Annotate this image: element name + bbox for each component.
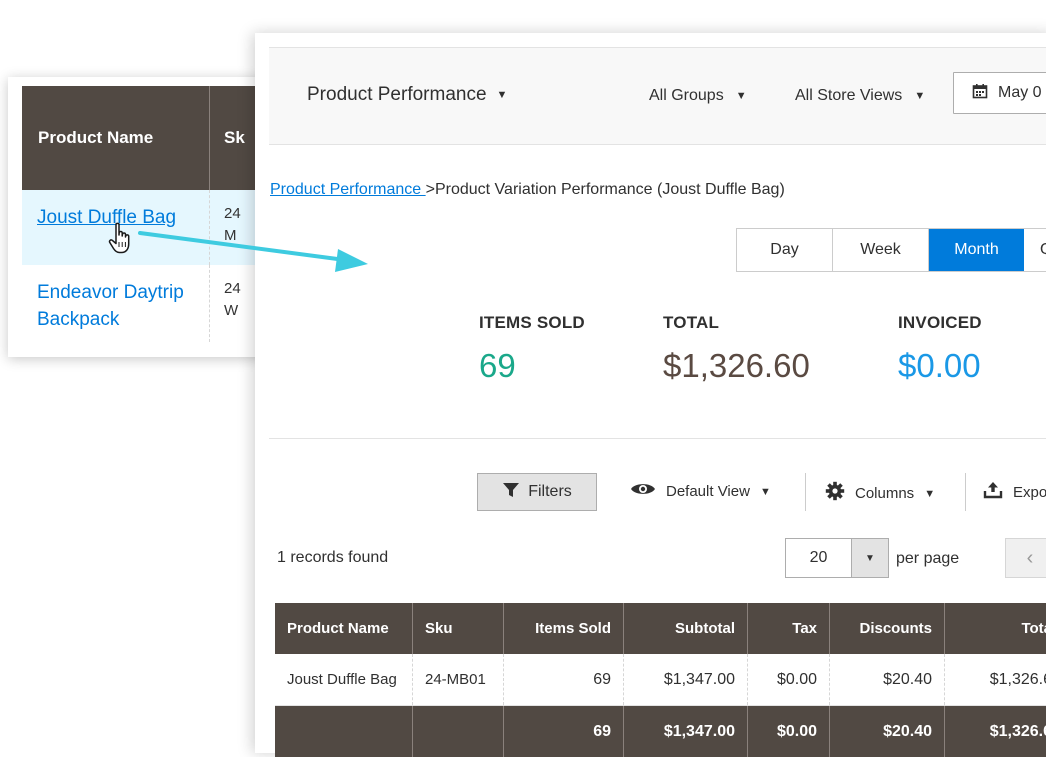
- background-product-card: Product Name Sk Joust Duffle Bag 24 M En…: [8, 77, 282, 357]
- per-page-select[interactable]: 20 ▼: [785, 538, 889, 578]
- caret-down-icon: ▼: [914, 90, 926, 102]
- stat-items-sold-value: 69: [479, 347, 516, 384]
- stat-invoiced-label: INVOICED: [898, 313, 982, 332]
- columns-dropdown[interactable]: Columns ▼: [825, 481, 935, 506]
- caret-down-icon: ▼: [924, 487, 936, 500]
- background-table-header: Product Name Sk: [22, 86, 282, 190]
- previous-page-button[interactable]: ‹: [1005, 538, 1046, 578]
- report-title: Product Performance: [307, 84, 487, 105]
- col-header-subtotal[interactable]: Subtotal: [624, 603, 748, 654]
- col-header-product-name[interactable]: Product Name: [275, 603, 413, 654]
- stat-total-value: $1,326.60: [663, 347, 810, 384]
- funnel-icon: [502, 481, 520, 504]
- cell-items-sold: 69: [504, 654, 624, 705]
- stat-invoiced: INVOICED $0.00: [898, 313, 982, 385]
- col-header-total[interactable]: Tota: [945, 603, 1046, 654]
- per-page-label: per page: [896, 550, 960, 567]
- eye-icon: [630, 481, 656, 502]
- store-views-dropdown-label: All Store Views: [795, 87, 903, 104]
- store-views-dropdown[interactable]: All Store Views ▼: [795, 87, 925, 105]
- col-header-sku[interactable]: Sku: [413, 603, 504, 654]
- cell-subtotal: $1,347.00: [624, 654, 748, 705]
- totals-empty-cell: [413, 706, 504, 757]
- groups-dropdown[interactable]: All Groups ▼: [649, 87, 747, 105]
- grid-totals-row: 69 $1,347.00 $0.00 $20.40 $1,326.6: [275, 706, 1046, 757]
- caret-down-icon: ▼: [496, 89, 508, 101]
- background-table-row[interactable]: Endeavor Daytrip Backpack 24 W: [22, 265, 282, 342]
- totals-total: $1,326.6: [945, 706, 1046, 757]
- report-switcher[interactable]: Product Performance ▼: [307, 84, 507, 106]
- stat-items-sold: ITEMS SOLD 69: [479, 313, 585, 385]
- cell-total: $1,326.6: [945, 654, 1046, 705]
- cell-discounts: $20.40: [830, 654, 945, 705]
- totals-empty-cell: [275, 706, 413, 757]
- filters-button[interactable]: Filters: [477, 473, 597, 511]
- period-month-button[interactable]: Month: [929, 229, 1024, 271]
- period-quarter-button[interactable]: Q: [1024, 229, 1046, 271]
- bg-product-link-endeavor[interactable]: Endeavor Daytrip Backpack: [37, 282, 184, 330]
- breadcrumb-current: Product Variation Performance (Joust Duf…: [434, 181, 785, 198]
- stat-total-label: TOTAL: [663, 313, 720, 332]
- breadcrumb: Product Performance >Product Variation P…: [270, 181, 785, 199]
- breadcrumb-link-product-performance[interactable]: Product Performance: [270, 181, 426, 198]
- col-header-tax[interactable]: Tax: [748, 603, 830, 654]
- date-range-label: May 0: [998, 84, 1042, 101]
- cell-tax: $0.00: [748, 654, 830, 705]
- upload-icon: [983, 481, 1003, 504]
- export-dropdown[interactable]: Expo: [983, 481, 1046, 504]
- col-header-items-sold[interactable]: Items Sold: [504, 603, 624, 654]
- columns-label: Columns: [855, 485, 915, 502]
- toolbar-separator: [805, 473, 806, 511]
- filters-label: Filters: [528, 483, 572, 500]
- stat-invoiced-value: $0.00: [898, 347, 981, 384]
- totals-tax: $0.00: [748, 706, 830, 757]
- period-day-button[interactable]: Day: [737, 229, 833, 271]
- breadcrumb-separator: >: [425, 181, 435, 198]
- bg-header-product-name: Product Name: [22, 86, 210, 190]
- product-variation-grid: Product Name Sku Items Sold Subtotal Tax…: [275, 603, 1046, 757]
- records-found: 1 records found: [277, 549, 389, 566]
- stat-items-sold-label: ITEMS SOLD: [479, 313, 585, 332]
- per-page-value[interactable]: 20: [786, 539, 851, 577]
- grid-header-row: Product Name Sku Items Sold Subtotal Tax…: [275, 603, 1046, 654]
- default-view-dropdown[interactable]: Default View ▼: [630, 481, 771, 502]
- product-performance-panel: Product Performance ▼ All Groups ▼ All S…: [255, 33, 1046, 757]
- background-product-table: Product Name Sk Joust Duffle Bag 24 M En…: [22, 86, 282, 342]
- cell-product-name: Joust Duffle Bag: [275, 654, 413, 705]
- background-table-row[interactable]: Joust Duffle Bag 24 M: [22, 190, 282, 265]
- caret-down-icon: ▼: [735, 90, 747, 102]
- chevron-left-icon: ‹: [1026, 546, 1034, 569]
- caret-down-icon[interactable]: ▼: [851, 539, 888, 577]
- toolbar-separator: [965, 473, 966, 511]
- stat-total: TOTAL $1,326.60: [663, 313, 810, 385]
- cell-sku: 24-MB01: [413, 654, 504, 705]
- caret-down-icon: ▼: [759, 485, 771, 498]
- groups-dropdown-label: All Groups: [649, 87, 724, 104]
- calendar-icon: [972, 83, 988, 104]
- bg-product-link-joust[interactable]: Joust Duffle Bag: [37, 207, 176, 228]
- date-range-button[interactable]: May 0: [953, 72, 1046, 114]
- totals-subtotal: $1,347.00: [624, 706, 748, 757]
- period-week-button[interactable]: Week: [833, 229, 929, 271]
- default-view-label: Default View: [666, 483, 750, 500]
- hand-pointer-icon: [108, 222, 134, 261]
- section-divider: [269, 438, 1046, 439]
- gear-icon: [825, 481, 845, 506]
- totals-items-sold: 69: [504, 706, 624, 757]
- export-label: Expo: [1013, 484, 1046, 501]
- report-header-bar: Product Performance ▼ All Groups ▼ All S…: [269, 47, 1046, 145]
- totals-discounts: $20.40: [830, 706, 945, 757]
- col-header-discounts[interactable]: Discounts: [830, 603, 945, 654]
- period-switcher: Day Week Month Q: [736, 228, 1046, 272]
- table-row[interactable]: Joust Duffle Bag 24-MB01 69 $1,347.00 $0…: [275, 654, 1046, 706]
